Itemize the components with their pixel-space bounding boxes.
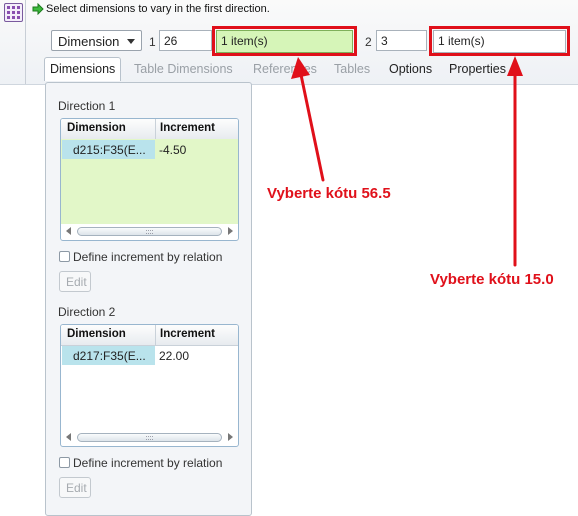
annotation-left: Vyberte kótu 56.5 (267, 185, 391, 202)
arrowhead-right-icon (507, 56, 523, 76)
annotation-right: Vyberte kótu 15.0 (430, 271, 554, 288)
annotation-arrows (291, 56, 523, 267)
arrow-line-left (298, 68, 325, 182)
arrowhead-left-icon (291, 57, 310, 79)
